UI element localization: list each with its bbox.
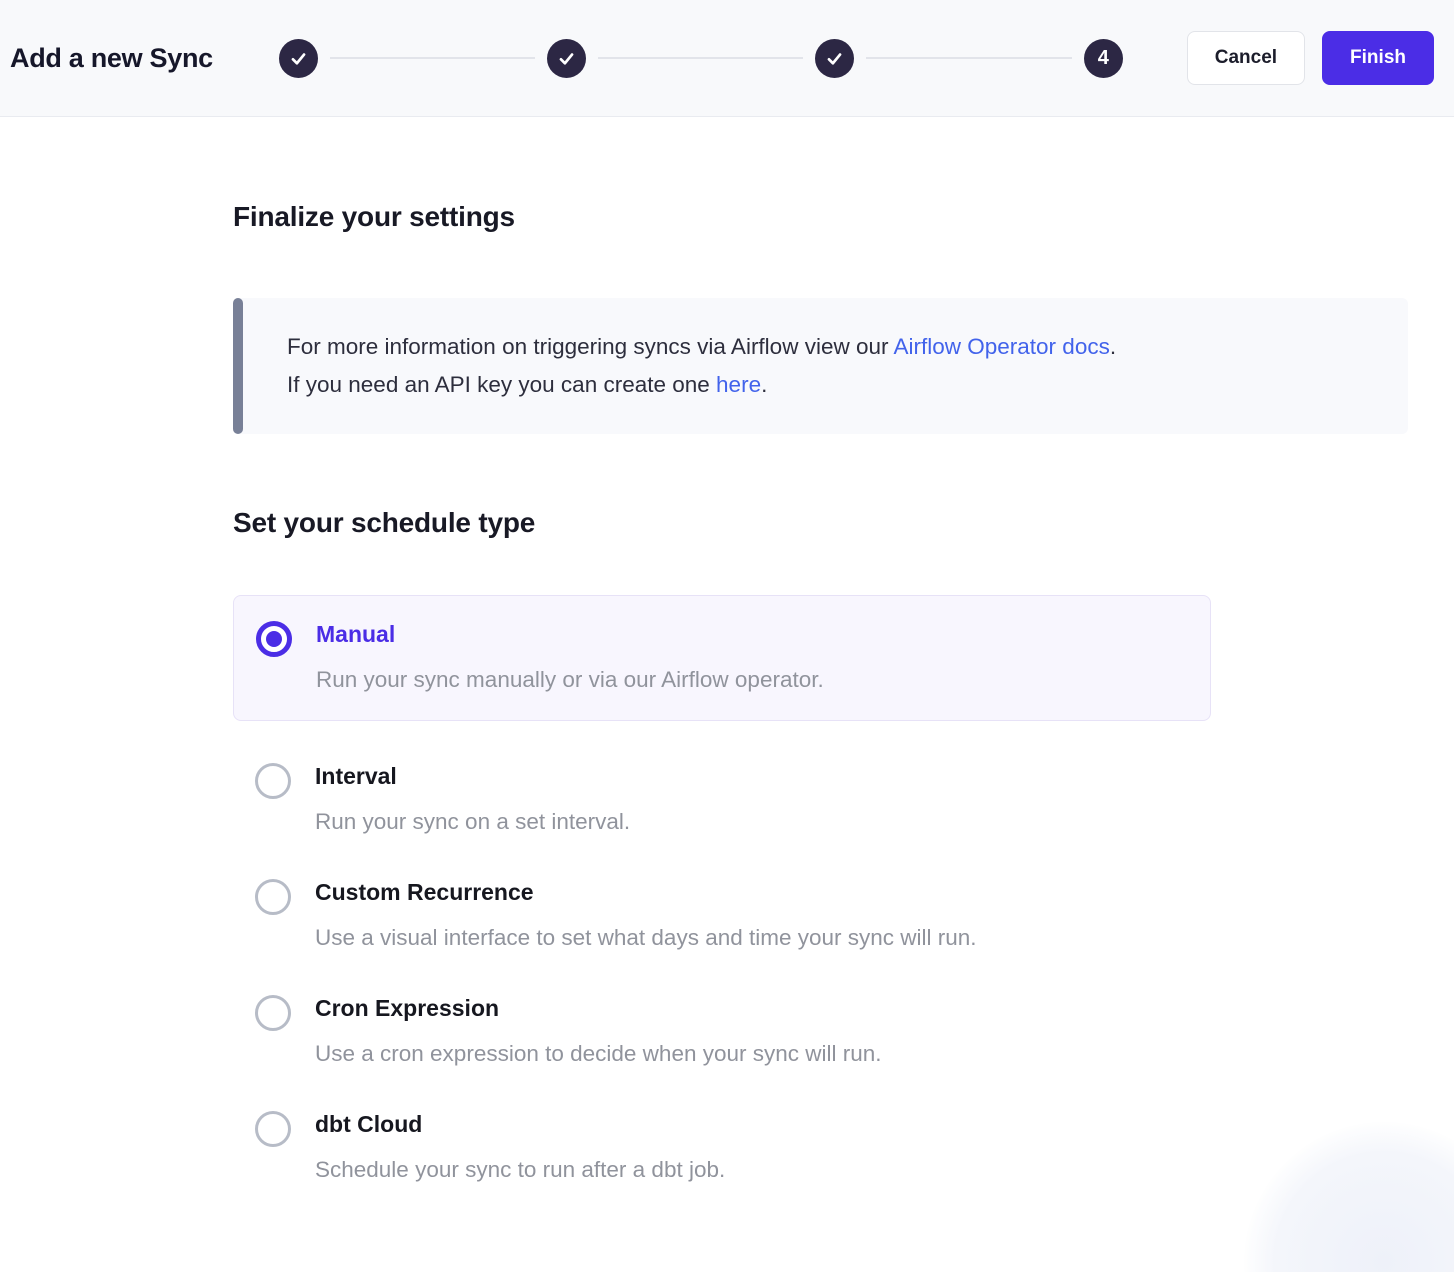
create-api-key-link[interactable]: here xyxy=(716,372,761,397)
main-content: Finalize your settings For more informat… xyxy=(0,201,1454,1185)
airflow-operator-docs-link[interactable]: Airflow Operator docs xyxy=(894,334,1110,359)
check-icon xyxy=(289,49,308,68)
option-dbt-cloud[interactable]: dbt Cloud Schedule your sync to run afte… xyxy=(233,1109,1211,1185)
callout-text: . xyxy=(1110,334,1116,359)
option-texts: Manual Run your sync manually or via our… xyxy=(316,619,824,695)
schedule-type-options: Manual Run your sync manually or via our… xyxy=(233,595,1211,1185)
option-custom-recurrence[interactable]: Custom Recurrence Use a visual interface… xyxy=(233,877,1211,953)
finish-button[interactable]: Finish xyxy=(1322,31,1434,86)
radio-dbt-cloud[interactable] xyxy=(255,1111,291,1147)
radio-manual-selected[interactable] xyxy=(256,621,292,657)
option-label: Custom Recurrence xyxy=(315,877,977,907)
radio-interval[interactable] xyxy=(255,763,291,799)
option-label: dbt Cloud xyxy=(315,1109,725,1139)
option-description: Schedule your sync to run after a dbt jo… xyxy=(315,1155,725,1185)
radio-custom-recurrence[interactable] xyxy=(255,879,291,915)
step-2-complete[interactable] xyxy=(547,39,586,78)
page-title: Add a new Sync xyxy=(10,43,213,74)
option-description: Use a cron expression to decide when you… xyxy=(315,1039,882,1069)
option-texts: Interval Run your sync on a set interval… xyxy=(315,761,630,837)
check-icon xyxy=(825,49,844,68)
step-number: 4 xyxy=(1098,47,1109,70)
option-label: Manual xyxy=(316,619,824,649)
check-icon xyxy=(557,49,576,68)
option-manual[interactable]: Manual Run your sync manually or via our… xyxy=(233,595,1211,721)
option-description: Run your sync manually or via our Airflo… xyxy=(316,665,824,695)
schedule-type-heading: Set your schedule type xyxy=(233,507,1454,539)
step-4-current[interactable]: 4 xyxy=(1084,39,1123,78)
option-description: Run your sync on a set interval. xyxy=(315,807,630,837)
step-3-complete[interactable] xyxy=(815,39,854,78)
airflow-info-callout: For more information on triggering syncs… xyxy=(233,298,1408,434)
finalize-heading: Finalize your settings xyxy=(233,201,1454,233)
callout-text: If you need an API key you can create on… xyxy=(287,372,716,397)
radio-cron-expression[interactable] xyxy=(255,995,291,1031)
step-connector xyxy=(866,57,1071,59)
wizard-stepper: 4 xyxy=(213,39,1187,78)
callout-line-2: If you need an API key you can create on… xyxy=(287,366,1384,404)
header-actions: Cancel Finish xyxy=(1187,31,1434,86)
callout-text: For more information on triggering syncs… xyxy=(287,334,894,359)
callout-line-1: For more information on triggering syncs… xyxy=(287,328,1384,366)
wizard-header: Add a new Sync 4 Cancel Finish xyxy=(0,0,1454,117)
step-connector xyxy=(330,57,535,59)
option-texts: Cron Expression Use a cron expression to… xyxy=(315,993,882,1069)
option-label: Cron Expression xyxy=(315,993,882,1023)
callout-accent-bar xyxy=(233,298,243,434)
step-1-complete[interactable] xyxy=(279,39,318,78)
option-interval[interactable]: Interval Run your sync on a set interval… xyxy=(233,761,1211,837)
callout-text: . xyxy=(761,372,767,397)
step-connector xyxy=(598,57,803,59)
cancel-button[interactable]: Cancel xyxy=(1187,31,1305,86)
option-texts: dbt Cloud Schedule your sync to run afte… xyxy=(315,1109,725,1185)
option-label: Interval xyxy=(315,761,630,791)
option-description: Use a visual interface to set what days … xyxy=(315,923,977,953)
option-texts: Custom Recurrence Use a visual interface… xyxy=(315,877,977,953)
option-cron-expression[interactable]: Cron Expression Use a cron expression to… xyxy=(233,993,1211,1069)
